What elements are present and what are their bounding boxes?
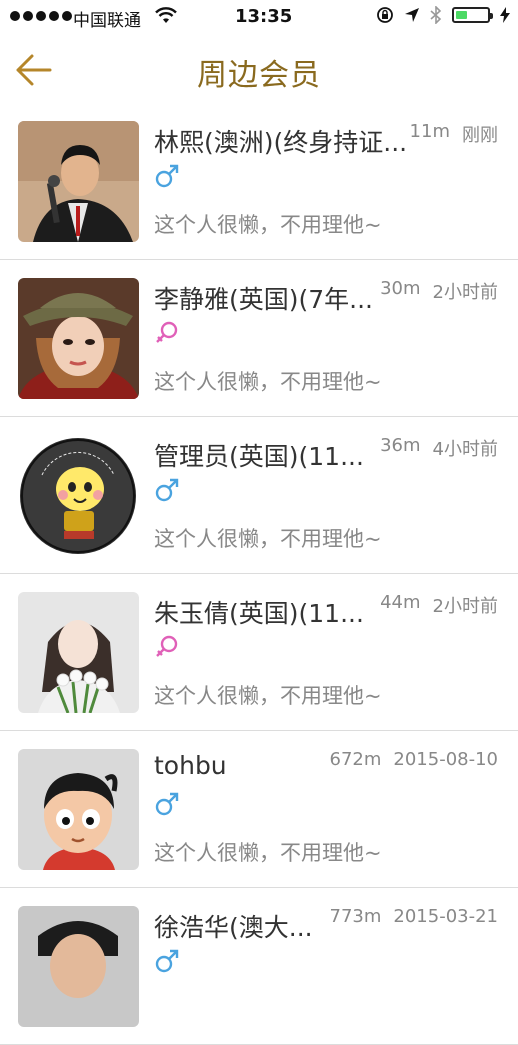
member-signature: 这个人很懒，不用理他~ — [154, 213, 382, 237]
status-bar: 中国联通 13:35 — [0, 0, 518, 34]
member-distance: 30m — [380, 278, 421, 299]
avatar — [18, 278, 139, 399]
member-meta: 44m 2小时前 — [380, 592, 498, 618]
carrier-name: 中国联通 — [73, 11, 141, 31]
member-name: 李静雅(英国)(7年... — [154, 285, 374, 314]
member-distance: 11m — [409, 121, 450, 142]
female-icon — [156, 321, 178, 343]
member-signature: 这个人很懒，不用理他~ — [154, 527, 382, 551]
bluetooth-icon — [430, 6, 442, 24]
member-signature: 这个人很懒，不用理他~ — [154, 370, 382, 394]
avatar — [18, 749, 139, 870]
location-arrow-icon — [405, 8, 419, 22]
status-time: 13:35 — [235, 6, 293, 27]
member-meta: 36m 4小时前 — [380, 435, 498, 461]
member-last-active: 2015-08-10 — [393, 749, 498, 770]
member-list: 林熙(澳洲)(终身持证... 11m 刚刚 这个人很懒，不用理他~ 李静雅(英国… — [0, 103, 518, 1045]
member-distance: 44m — [380, 592, 421, 613]
member-last-active: 2015-03-21 — [393, 906, 498, 927]
male-icon — [155, 949, 179, 973]
member-signature: 这个人很懒，不用理他~ — [154, 684, 382, 708]
charging-bolt-icon — [500, 7, 510, 23]
male-icon — [155, 792, 179, 816]
member-distance: 36m — [380, 435, 421, 456]
male-icon — [155, 478, 179, 502]
avatar — [18, 435, 139, 556]
battery-icon — [452, 7, 493, 23]
member-distance: 672m — [329, 749, 382, 770]
member-last-active: 4小时前 — [432, 439, 498, 460]
signal-strength-icon — [10, 11, 72, 21]
list-item[interactable]: 李静雅(英国)(7年... 30m 2小时前 这个人很懒，不用理他~ — [0, 260, 518, 417]
status-indicators — [376, 6, 510, 24]
member-name: 管理员(英国)(11... — [154, 442, 364, 471]
member-meta: 773m 2015-03-21 — [330, 906, 499, 927]
list-item[interactable]: tohbu 672m 2015-08-10 这个人很懒，不用理他~ — [0, 731, 518, 888]
list-item[interactable]: 管理员(英国)(11... 36m 4小时前 这个人很懒，不用理他~ — [0, 417, 518, 574]
wifi-icon — [155, 7, 177, 23]
member-meta: 30m 2小时前 — [380, 278, 498, 304]
rotation-lock-icon — [377, 7, 393, 23]
avatar — [18, 121, 139, 242]
member-name: 朱玉倩(英国)(11... — [154, 599, 364, 628]
page-title: 周边会员 — [197, 58, 321, 93]
avatar — [18, 592, 139, 713]
member-name: 林熙(澳洲)(终身持证... — [154, 128, 408, 157]
member-last-active: 2小时前 — [432, 282, 498, 303]
member-distance: 773m — [329, 906, 382, 927]
list-item[interactable]: 朱玉倩(英国)(11... 44m 2小时前 这个人很懒，不用理他~ — [0, 574, 518, 731]
member-meta: 11m 刚刚 — [410, 121, 498, 147]
list-item[interactable]: 林熙(澳洲)(终身持证... 11m 刚刚 这个人很懒，不用理他~ — [0, 103, 518, 260]
navigation-bar: 周边会员 — [0, 34, 518, 106]
member-signature: 这个人很懒，不用理他~ — [154, 841, 382, 865]
female-icon — [156, 635, 178, 657]
male-icon — [155, 164, 179, 188]
list-item[interactable]: 徐浩华(澳大... 773m 2015-03-21 — [0, 888, 518, 1045]
member-last-active: 刚刚 — [462, 125, 498, 146]
member-meta: 672m 2015-08-10 — [330, 749, 499, 770]
member-last-active: 2小时前 — [432, 596, 498, 617]
avatar — [18, 906, 139, 1027]
